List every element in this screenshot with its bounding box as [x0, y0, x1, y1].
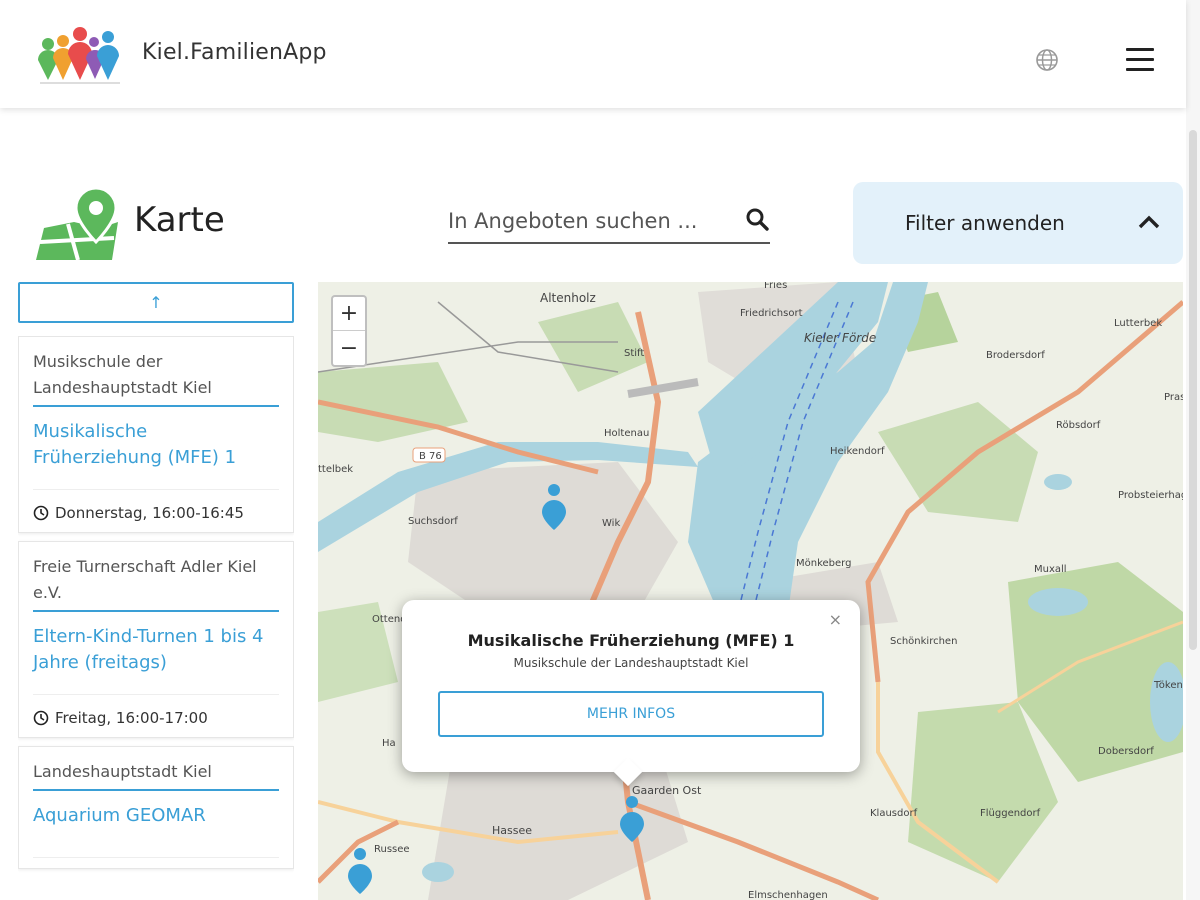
map-label-heikendorf: Heikendorf: [830, 446, 885, 457]
map-label-schoenkirchen: Schönkirchen: [890, 636, 957, 647]
app-title[interactable]: Kiel.FamilienApp: [142, 40, 327, 65]
menu-hamburger-icon[interactable]: [1126, 48, 1154, 72]
popup-title: Musikalische Früherziehung (MFE) 1: [467, 631, 795, 650]
map-label-wik: Wik: [602, 518, 620, 529]
map-label-elmschenhagen: Elmschenhagen: [748, 890, 828, 900]
search-icon[interactable]: [744, 206, 770, 232]
offer-time-text: Freitag, 16:00-17:00: [55, 709, 208, 727]
map-view[interactable]: Altenholz Fries Friedrichsort Kieler För…: [318, 282, 1183, 900]
map-marker-icon[interactable]: [618, 794, 646, 842]
clock-icon: [33, 710, 49, 726]
map-marker-icon[interactable]: [346, 846, 374, 894]
more-info-button[interactable]: MEHR INFOS: [438, 691, 824, 737]
zoom-out-button[interactable]: −: [333, 331, 365, 365]
map-label-holtenau: Holtenau: [604, 428, 649, 439]
map-popup: × Musikalische Früherziehung (MFE) 1 Mus…: [402, 600, 860, 787]
list-item[interactable]: Landeshauptstadt Kiel Aquarium GEOMAR: [18, 746, 294, 869]
globe-icon[interactable]: [1034, 47, 1060, 73]
map-label-friedrichsort: Friedrichsort: [740, 308, 803, 319]
offer-list: Musikschule der Landeshauptstadt Kiel Mu…: [18, 336, 294, 900]
page-scrollbar[interactable]: [1186, 0, 1200, 900]
offer-organizer: Musikschule der Landeshauptstadt Kiel: [33, 349, 279, 407]
map-label-stift: Stift: [624, 348, 644, 359]
offer-organizer: Freie Turnerschaft Adler Kiel e.V.: [33, 554, 279, 612]
map-label-dobersdorf: Dobersdorf: [1098, 746, 1154, 757]
map-label-altenholz: Altenholz: [540, 291, 596, 305]
map-label-kieler-foerde: Kieler Förde: [804, 331, 876, 345]
map-label-hassee: Hassee: [492, 824, 532, 837]
map-pin-icon: [36, 186, 118, 261]
map-label-fries: Fries: [764, 282, 787, 291]
chevron-up-icon: [1138, 215, 1160, 229]
map-label-probsteierhagen: Probsteierhagen: [1118, 490, 1183, 501]
offer-time: Freitag, 16:00-17:00: [33, 695, 279, 727]
map-label-flueggendorf: Flüggendorf: [980, 808, 1041, 819]
search-box: [448, 200, 770, 244]
family-logo-icon[interactable]: [36, 24, 126, 86]
list-item[interactable]: Musikschule der Landeshauptstadt Kiel Mu…: [18, 336, 294, 533]
map-label-klausdorf: Klausdorf: [870, 808, 918, 819]
map-label-b76: B 76: [419, 451, 442, 462]
map-label-ha: Ha: [382, 738, 396, 749]
map-label-ottelbek: ttelbek: [318, 464, 353, 475]
scrollbar-thumb[interactable]: [1189, 130, 1197, 650]
scroll-up-button[interactable]: ↑: [18, 282, 294, 323]
map-label-prasdorf: Prasd: [1164, 392, 1183, 403]
page-title: Karte: [134, 200, 225, 240]
map-label-russee: Russee: [374, 844, 410, 855]
offer-time-text: Donnerstag, 16:00-16:45: [55, 504, 244, 522]
offer-title-link[interactable]: Eltern-Kind-Turnen 1 bis 4 Jahre (freita…: [33, 612, 279, 695]
app-header: Kiel.FamilienApp: [0, 0, 1186, 108]
list-item[interactable]: Freie Turnerschaft Adler Kiel e.V. Elter…: [18, 541, 294, 738]
map-label-moenkeberg: Mönkeberg: [796, 558, 851, 569]
map-label-roebsdorf: Röbsdorf: [1056, 420, 1101, 431]
clock-icon: [33, 505, 49, 521]
offer-title-link[interactable]: Musikalische Früherziehung (MFE) 1: [33, 407, 279, 490]
search-input[interactable]: [448, 200, 738, 242]
filter-label: Filter anwenden: [905, 211, 1065, 235]
map-tiles[interactable]: Altenholz Fries Friedrichsort Kieler För…: [318, 282, 1183, 900]
map-label-lutterbek: Lutterbek: [1114, 318, 1162, 329]
map-label-toekendorf: Tökendor: [1153, 680, 1183, 691]
zoom-in-button[interactable]: +: [333, 297, 365, 331]
map-label-suchsdorf: Suchsdorf: [408, 516, 458, 527]
map-label-muxall: Muxall: [1034, 564, 1067, 575]
offer-organizer: Landeshauptstadt Kiel: [33, 759, 279, 791]
popup-subtitle: Musikschule der Landeshauptstadt Kiel: [513, 656, 749, 670]
map-zoom-control: + −: [331, 295, 367, 367]
map-label-brodersdorf: Brodersdorf: [986, 350, 1045, 361]
popup-close-button[interactable]: ×: [829, 610, 842, 629]
offer-title-link[interactable]: Aquarium GEOMAR: [33, 791, 279, 858]
map-marker-icon[interactable]: [540, 482, 568, 530]
filter-toggle-button[interactable]: Filter anwenden: [853, 182, 1183, 264]
offer-time: Donnerstag, 16:00-16:45: [33, 490, 279, 522]
